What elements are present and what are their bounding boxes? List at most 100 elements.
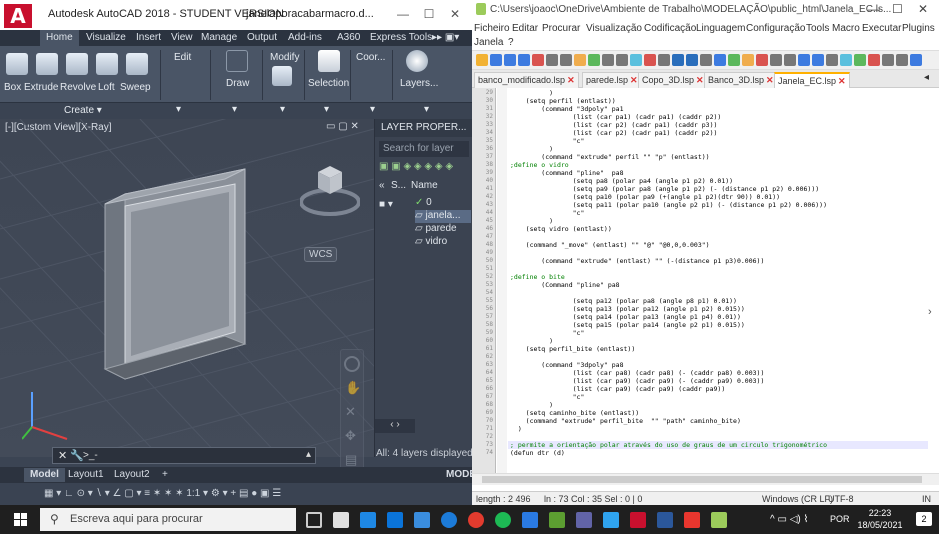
tab-model[interactable]: Model bbox=[24, 468, 65, 482]
box-icon[interactable] bbox=[6, 53, 28, 75]
toolbar-button[interactable] bbox=[630, 54, 642, 66]
layers-dropdown-icon[interactable]: ▾ bbox=[424, 104, 429, 115]
steering-wheel-icon[interactable] bbox=[344, 356, 360, 372]
edit-button[interactable]: Edit bbox=[174, 52, 191, 63]
draw-icon[interactable] bbox=[226, 50, 248, 72]
tab-view[interactable]: View bbox=[171, 32, 193, 43]
menu-plugins[interactable]: Plugins bbox=[902, 22, 935, 35]
tree-expand-icon[interactable]: ■ ▾ bbox=[379, 199, 393, 210]
language-indicator[interactable]: POR bbox=[830, 514, 850, 524]
tab-addins[interactable]: Add-ins bbox=[288, 32, 322, 43]
toolbar-button[interactable] bbox=[574, 54, 586, 66]
tab-scroll-icon[interactable]: ◂ bbox=[924, 72, 929, 83]
modify-icon[interactable] bbox=[272, 66, 292, 86]
toolbar-button[interactable] bbox=[896, 54, 908, 66]
toolbar-button[interactable] bbox=[546, 54, 558, 66]
minimize-icon[interactable]: — bbox=[868, 2, 880, 16]
close-tab-icon[interactable]: ✕ bbox=[766, 75, 774, 85]
horizontal-scrollbar[interactable] bbox=[472, 473, 939, 485]
collapse-icon[interactable]: « bbox=[379, 180, 385, 191]
toolbar-button[interactable] bbox=[826, 54, 838, 66]
toolbar-button[interactable] bbox=[728, 54, 740, 66]
layer-row[interactable]: ▱ vidro bbox=[415, 236, 471, 249]
col-status[interactable]: S... bbox=[391, 180, 406, 191]
menu-visualizacao[interactable]: Visualização bbox=[586, 22, 642, 35]
close-icon[interactable]: ✕ bbox=[444, 4, 466, 24]
autocad-taskbar-icon[interactable] bbox=[630, 512, 646, 528]
maximize-icon[interactable]: ☐ bbox=[418, 4, 440, 24]
create-dropdown[interactable]: Create ▾ bbox=[64, 105, 102, 116]
menu-procurar[interactable]: Procurar bbox=[542, 22, 580, 35]
drawing-viewport[interactable]: [-][Custom View][X-Ray] ▭ ▢ ✕ WCS ✋ ✕ ✥ … bbox=[0, 119, 374, 499]
toolbar-button[interactable] bbox=[602, 54, 614, 66]
clock[interactable]: 22:23 18/05/2021 bbox=[852, 507, 908, 531]
tab-manage[interactable]: Manage bbox=[201, 32, 237, 43]
layer-scroll-arrows[interactable]: ‹ › bbox=[375, 419, 415, 433]
toolbar-button[interactable] bbox=[532, 54, 544, 66]
model-space-toggle[interactable]: MODEL bbox=[440, 468, 472, 482]
menu-editar[interactable]: Editar bbox=[512, 22, 538, 35]
menu-janela[interactable]: Janela bbox=[474, 36, 503, 49]
tab-a360[interactable]: A360 bbox=[337, 32, 360, 43]
file-explorer-icon[interactable] bbox=[360, 512, 376, 528]
close-icon[interactable]: ✕ bbox=[918, 2, 928, 16]
menu-macro[interactable]: Macro bbox=[832, 22, 860, 35]
toolbar-button[interactable] bbox=[714, 54, 726, 66]
code-editor[interactable]: 29 ) 30 (setq perfil (entlast)) 31 (comman… bbox=[472, 88, 939, 473]
toolbar-button[interactable] bbox=[588, 54, 600, 66]
menu-ficheiro[interactable]: Ficheiro bbox=[474, 22, 510, 35]
tab-visualize[interactable]: Visualize bbox=[86, 32, 126, 43]
store-icon[interactable] bbox=[387, 512, 403, 528]
selection-dropdown-icon[interactable]: ▾ bbox=[324, 104, 329, 115]
mail-icon[interactable] bbox=[414, 512, 430, 528]
selection-button[interactable]: Selection bbox=[308, 78, 349, 89]
menu-tools[interactable]: Tools bbox=[806, 22, 829, 35]
draw-button[interactable]: Draw bbox=[226, 78, 249, 89]
layer-row[interactable]: ✓ 0 bbox=[415, 197, 471, 210]
autocad-logo-icon[interactable]: A bbox=[4, 4, 32, 28]
col-name[interactable]: Name bbox=[411, 180, 438, 191]
scroll-right-icon[interactable]: › bbox=[928, 306, 932, 318]
scroll-thumb[interactable] bbox=[482, 476, 922, 483]
toolbar-button[interactable] bbox=[882, 54, 894, 66]
close-command-icon[interactable]: ✕ 🔧 bbox=[58, 449, 84, 462]
menu-codificacao[interactable]: Codificação bbox=[644, 22, 696, 35]
filezilla-icon[interactable] bbox=[684, 512, 700, 528]
extrude-icon[interactable] bbox=[36, 53, 58, 75]
tab-banco-3d[interactable]: Banco_3D.lsp ✕ bbox=[704, 72, 778, 88]
tab-parede[interactable]: parede.lsp ✕ bbox=[582, 72, 642, 88]
toolbar-button[interactable] bbox=[672, 54, 684, 66]
word-icon[interactable] bbox=[657, 512, 673, 528]
toolbar-button[interactable] bbox=[490, 54, 502, 66]
close-tab-icon[interactable]: ✕ bbox=[838, 76, 846, 86]
menu-linguagem[interactable]: Linguagem bbox=[696, 22, 745, 35]
close-tab-icon[interactable]: ✕ bbox=[630, 75, 638, 85]
toolbar-button[interactable] bbox=[784, 54, 796, 66]
minecraft-icon[interactable] bbox=[549, 512, 565, 528]
toolbar-button[interactable] bbox=[854, 54, 866, 66]
tab-copo-3d[interactable]: Copo_3D.lsp ✕ bbox=[638, 72, 708, 88]
toolbar-button[interactable] bbox=[686, 54, 698, 66]
toolbar-button[interactable] bbox=[560, 54, 572, 66]
spotify-icon[interactable] bbox=[495, 512, 511, 528]
tab-layout2[interactable]: Layout2 bbox=[108, 468, 156, 482]
notepadpp-taskbar-icon[interactable] bbox=[711, 512, 727, 528]
toolbar-button[interactable] bbox=[700, 54, 712, 66]
status-toggles[interactable]: ▦ ▾ ∟ ⊙ ▾ ∖ ▾ ∠ ▢ ▾ ≡ ✶ ✶ ✶ 1:1 ▾ ⚙ ▾ + … bbox=[44, 488, 281, 499]
command-dropdown-icon[interactable]: ▴ bbox=[306, 449, 311, 460]
more-tabs-icon[interactable]: ▸▸ ▣▾ bbox=[432, 32, 459, 43]
toolbar-button[interactable] bbox=[798, 54, 810, 66]
coord-dropdown-icon[interactable]: ▾ bbox=[370, 104, 375, 115]
loft-button[interactable]: Loft bbox=[98, 82, 115, 93]
toolbar-button[interactable] bbox=[840, 54, 852, 66]
layer-row[interactable]: ▱ parede bbox=[415, 223, 471, 236]
tab-output[interactable]: Output bbox=[247, 32, 277, 43]
edit-dropdown-icon[interactable]: ▾ bbox=[176, 104, 181, 115]
layer-row[interactable]: ▱ janela... bbox=[415, 210, 471, 223]
photos-icon[interactable] bbox=[522, 512, 538, 528]
toolbar-button[interactable] bbox=[910, 54, 922, 66]
system-tray-icons[interactable]: ^ ▭ ◁) ⌇ bbox=[770, 514, 808, 525]
toolbar-button[interactable] bbox=[616, 54, 628, 66]
taskbar-search-box[interactable]: ⚲ Escreva aqui para procurar bbox=[40, 508, 296, 531]
modify-button[interactable]: Modify bbox=[270, 52, 299, 63]
